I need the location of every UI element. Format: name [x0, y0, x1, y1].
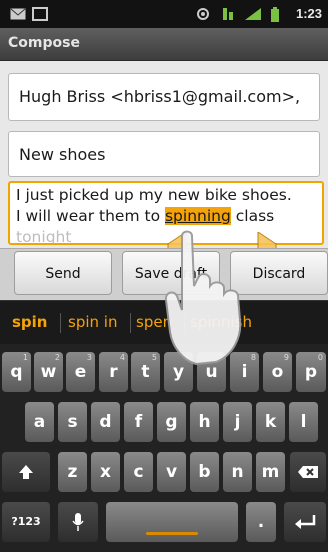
spacebar-indicator [146, 532, 198, 535]
enter-icon [295, 515, 316, 529]
status-bar: 1:23 [0, 0, 328, 28]
title-bar: Compose [0, 28, 328, 61]
subject-field[interactable]: New shoes [8, 131, 320, 177]
microphone-icon [72, 513, 84, 531]
clock: 1:23 [295, 6, 322, 21]
key-x[interactable]: x [91, 452, 120, 492]
body-text: I will wear them to [16, 207, 165, 225]
enter-key[interactable] [284, 502, 326, 542]
key-a[interactable]: a [25, 402, 54, 442]
data-sync-icon [223, 8, 233, 20]
key-n[interactable]: n [223, 452, 252, 492]
battery-icon [271, 7, 279, 22]
key-s[interactable]: s [58, 402, 87, 442]
key-w[interactable]: 2w [34, 352, 63, 392]
selected-text[interactable]: spinning [164, 207, 231, 225]
key-k[interactable]: k [256, 402, 285, 442]
backspace-key[interactable] [290, 452, 326, 492]
key-q[interactable]: 1q [2, 352, 31, 392]
key-r[interactable]: 4r [99, 352, 128, 392]
suggestion-item[interactable]: spin [12, 313, 48, 331]
shift-icon [19, 465, 33, 479]
divider [130, 313, 131, 333]
voice-key[interactable] [58, 502, 98, 542]
key-p[interactable]: 0p [296, 352, 326, 392]
gps-icon [197, 8, 209, 20]
key-g[interactable]: g [157, 402, 186, 442]
keyboard: 1q 2w 3e 4r 5t 6y 7u 8i 9o 0p a s d f g … [0, 344, 328, 552]
period-key[interactable]: . [246, 502, 276, 542]
key-j[interactable]: j [223, 402, 252, 442]
key-z[interactable]: z [58, 452, 87, 492]
key-e[interactable]: 3e [66, 352, 95, 392]
body-line: I will wear them to spinning class [16, 206, 316, 227]
page-title: Compose [8, 35, 80, 51]
key-t[interactable]: 5t [131, 352, 160, 392]
key-b[interactable]: b [190, 452, 219, 492]
divider [60, 313, 61, 333]
spacebar-key[interactable] [106, 502, 238, 542]
key-h[interactable]: h [190, 402, 219, 442]
to-field[interactable]: Hugh Briss <hbriss1@gmail.com>, [8, 73, 320, 121]
key-c[interactable]: c [124, 452, 153, 492]
key-l[interactable]: l [289, 402, 318, 442]
key-m[interactable]: m [256, 452, 285, 492]
shift-key[interactable] [2, 452, 50, 492]
suggestion-item[interactable]: spin in [68, 313, 117, 331]
screen-icon [32, 7, 48, 21]
key-f[interactable]: f [124, 402, 153, 442]
symbols-key[interactable]: ?123 [2, 502, 50, 542]
key-v[interactable]: v [157, 452, 186, 492]
send-button[interactable]: Send [14, 251, 112, 295]
backspace-icon [298, 466, 318, 478]
signal-icon [245, 8, 261, 20]
touch-hand-icon [164, 230, 242, 366]
body-text: class [230, 207, 275, 225]
compose-form: Hugh Briss <hbriss1@gmail.com>, New shoe… [0, 61, 328, 248]
email-notification-icon [10, 8, 26, 20]
key-d[interactable]: d [91, 402, 120, 442]
body-line: I just picked up my new bike shoes. [16, 186, 292, 204]
